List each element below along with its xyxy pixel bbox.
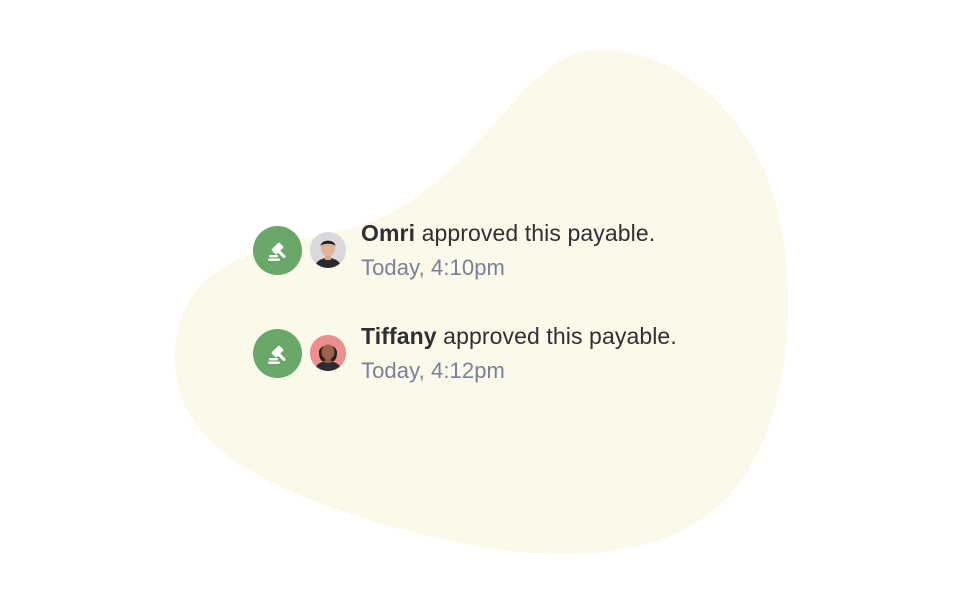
approval-badge: [253, 329, 302, 378]
avatar: [310, 232, 346, 268]
activity-item: Tiffany approved this payable. Today, 4:…: [253, 322, 773, 383]
gavel-icon: [265, 238, 291, 264]
activity-item: Omri approved this payable. Today, 4:10p…: [253, 219, 773, 280]
actor-name: Omri: [361, 220, 416, 246]
background-blob: [175, 50, 789, 555]
event-action-text: approved this payable.: [415, 220, 656, 246]
event-timestamp: Today, 4:12pm: [361, 358, 505, 383]
actor-name: Tiffany: [361, 323, 437, 349]
gavel-icon: [265, 341, 291, 367]
approval-badge: [253, 226, 302, 275]
avatar: [310, 335, 346, 371]
event-timestamp: Today, 4:10pm: [361, 255, 505, 280]
event-action-text: approved this payable.: [436, 323, 677, 349]
